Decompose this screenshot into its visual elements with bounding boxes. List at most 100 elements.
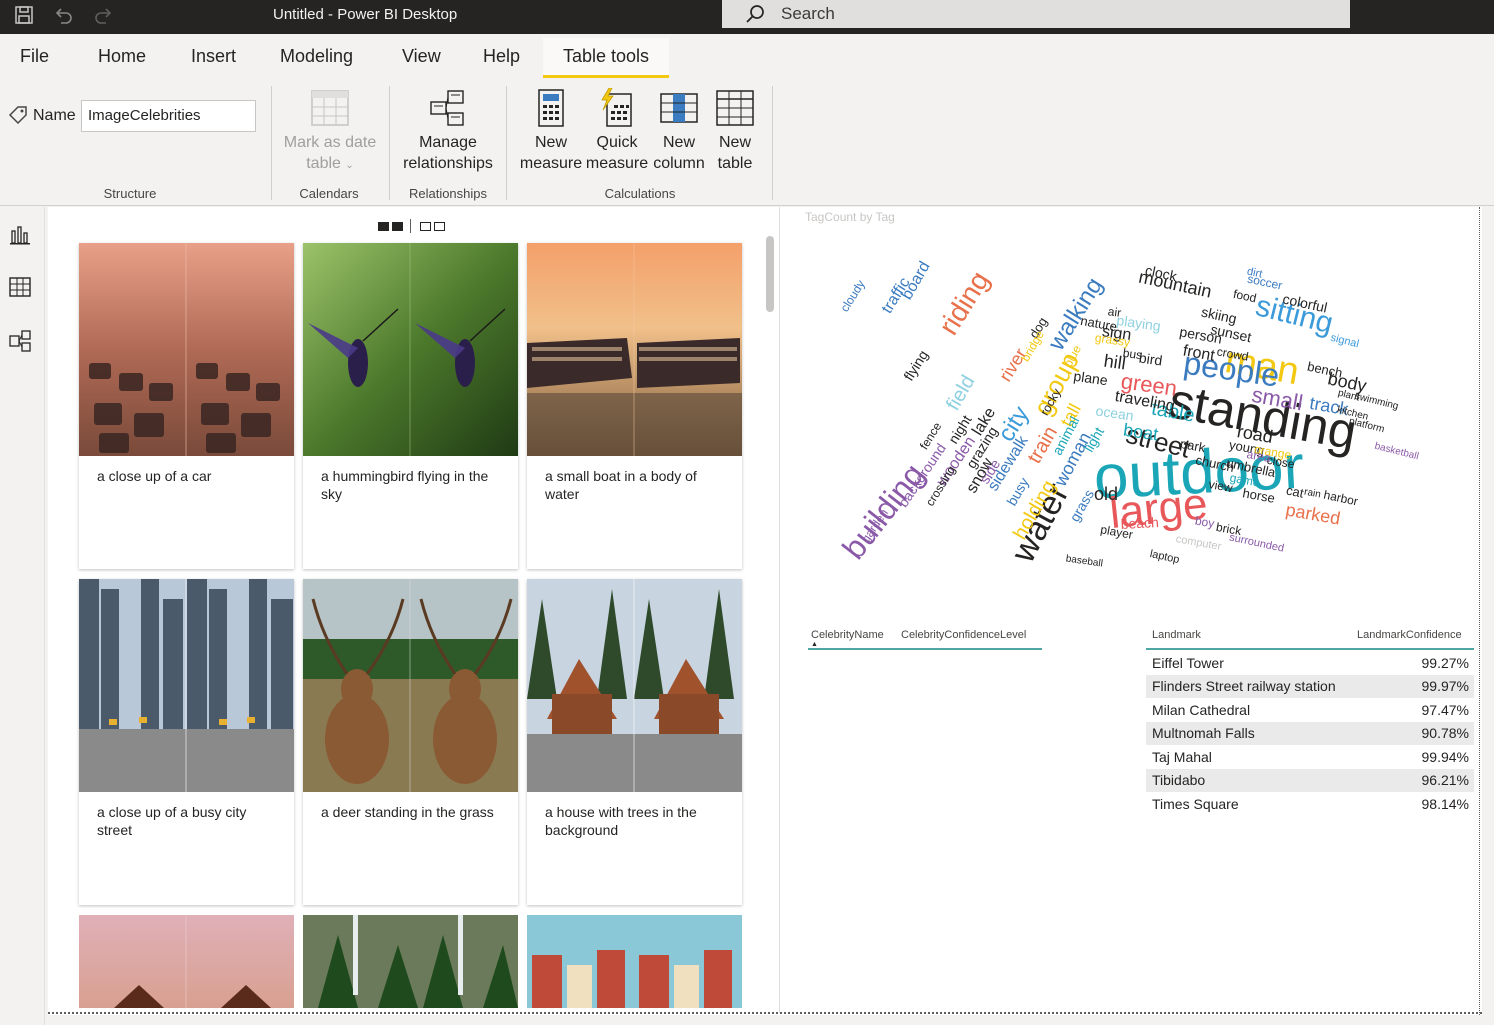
mark-date-label-2: table ⌄	[280, 153, 380, 176]
tag-icon	[8, 106, 27, 125]
ribbon-divider	[506, 86, 507, 200]
model-view-icon[interactable]	[8, 329, 32, 353]
image-card-hummingbird[interactable]: a hummingbird flying in the sky	[303, 243, 518, 569]
new-measure-button[interactable]: New measure	[519, 88, 583, 174]
column-header-celebrity-name[interactable]: CelebrityName	[811, 629, 884, 641]
group-label-calendars: Calendars	[299, 186, 359, 201]
mark-date-label-2-text: table	[306, 155, 341, 172]
image-card-boat[interactable]: a small boat in a body of water	[527, 243, 742, 569]
wordcloud-word[interactable]: food	[1232, 287, 1258, 306]
image-card-city-street[interactable]: a close up of a busy city street	[79, 579, 294, 905]
tab-help[interactable]: Help	[483, 46, 520, 67]
confidence-cell: 99.97%	[1421, 678, 1469, 694]
column-header-celebrity-confidence[interactable]: CelebrityConfidenceLevel	[901, 629, 1026, 641]
wordcloud-word[interactable]: harbor	[1322, 488, 1359, 509]
data-view-icon[interactable]	[8, 275, 32, 299]
table-row[interactable]: Taj Mahal 99.94%	[1146, 746, 1474, 769]
card-image-hummingbird	[303, 243, 518, 456]
wordcloud-word[interactable]: bridge	[1018, 328, 1047, 364]
search-placeholder: Search	[781, 4, 835, 23]
new-column-icon	[660, 93, 698, 123]
table-row[interactable]: Times Square 98.14%	[1146, 793, 1474, 816]
tag-wordcloud[interactable]: outdoorstandinglargemanpeoplebuilding wat…	[780, 228, 1480, 608]
wordcloud-word[interactable]: cloudy	[837, 277, 867, 314]
table-row[interactable]: Tibidabo 96.21%	[1146, 769, 1474, 792]
sort-ascending-icon: ▲	[811, 641, 818, 648]
image-card-partial[interactable]	[527, 915, 742, 1008]
confidence-cell: 99.94%	[1421, 749, 1469, 765]
confidence-cell: 96.21%	[1421, 772, 1469, 788]
image-card-deer[interactable]: a deer standing in the grass	[303, 579, 518, 905]
card-caption: a close up of a busy city street	[97, 804, 247, 838]
undo-icon[interactable]	[50, 4, 76, 28]
new-column-button[interactable]: New column	[649, 88, 709, 174]
landmark-cell: Milan Cathedral	[1152, 702, 1251, 718]
wordcloud-title: TagCount by Tag	[805, 210, 895, 224]
table-row[interactable]: Flinders Street railway station 99.97%	[1146, 675, 1474, 698]
wordcloud-word[interactable]: riding	[933, 266, 996, 341]
wordcloud-word[interactable]: basketball	[1373, 441, 1419, 463]
wordcloud-word[interactable]: bench	[1306, 359, 1344, 381]
landmark-cell: Eiffel Tower	[1152, 655, 1224, 671]
wordcloud-word[interactable]: flying	[900, 347, 931, 383]
canvas-bottom-border	[48, 1012, 1482, 1014]
header-underline	[808, 648, 1042, 650]
image-card-partial[interactable]	[303, 915, 518, 1008]
search-box[interactable]: Search	[722, 0, 1350, 28]
wordcloud-word[interactable]: baseball	[1065, 553, 1103, 569]
tab-file[interactable]: File	[20, 46, 49, 67]
wordcloud-word[interactable]: laptop	[1149, 548, 1181, 566]
page-indicator-icon[interactable]	[434, 222, 445, 231]
wordcloud-word[interactable]: parked	[1284, 499, 1342, 528]
new-column-label-1: New	[662, 134, 695, 151]
group-label-calculations: Calculations	[604, 186, 676, 201]
landmark-cell: Taj Mahal	[1152, 749, 1212, 765]
table-name-input[interactable]: ImageCelebrities	[81, 100, 256, 132]
column-header-landmark[interactable]: Landmark	[1152, 629, 1201, 641]
page-indicator-active-icon[interactable]	[378, 222, 389, 231]
wordcloud-word[interactable]: surrounded	[1228, 531, 1285, 554]
calendar-table-icon	[311, 90, 349, 126]
tab-view[interactable]: View	[402, 46, 441, 67]
redo-icon[interactable]	[91, 4, 117, 28]
image-card-partial[interactable]	[79, 915, 294, 1008]
tab-modeling[interactable]: Modeling	[280, 46, 353, 67]
card-caption: a small boat in a body of water	[545, 468, 697, 502]
new-table-button[interactable]: New table	[709, 88, 761, 174]
group-label-structure: Structure	[103, 186, 157, 201]
title-bar: Untitled - Power BI Desktop Search	[0, 0, 1494, 34]
wordcloud-word[interactable]: bus	[1122, 346, 1143, 363]
wordcloud-word[interactable]: rain	[1303, 487, 1321, 501]
manage-label-1: Manage	[419, 134, 477, 151]
card-image-ship	[527, 243, 742, 456]
wordcloud-word[interactable]: air	[1107, 304, 1122, 320]
page-indicator-icon[interactable]	[420, 222, 431, 231]
new-measure-label-1: New	[534, 134, 567, 151]
tab-home[interactable]: Home	[98, 46, 146, 67]
table-row[interactable]: Milan Cathedral 97.47%	[1146, 699, 1474, 722]
wordcloud-word[interactable]: computer	[1175, 533, 1223, 553]
wordcloud-word[interactable]: signal	[1329, 332, 1360, 351]
quick-calculator-icon	[601, 88, 632, 127]
page-indicator-active-icon[interactable]	[392, 222, 403, 231]
wordcloud-word[interactable]: field	[942, 372, 979, 415]
header-underline	[1146, 648, 1474, 650]
table-row[interactable]: Multnomah Falls 90.78%	[1146, 722, 1474, 745]
table-row[interactable]: Eiffel Tower 99.27%	[1146, 652, 1474, 675]
tab-table-tools[interactable]: Table tools	[543, 38, 670, 78]
column-header-landmark-confidence[interactable]: LandmarkConfidence	[1357, 629, 1462, 641]
wordcloud-word[interactable]: plane	[1073, 368, 1109, 389]
group-label-relationships: Relationships	[408, 186, 488, 201]
save-icon[interactable]	[11, 4, 37, 28]
report-view-icon[interactable]	[8, 223, 32, 247]
tab-insert[interactable]: Insert	[191, 46, 236, 67]
mark-as-date-table-button[interactable]: Mark as date table ⌄	[280, 88, 380, 176]
image-card-house[interactable]: a house with trees in the background	[527, 579, 742, 905]
wordcloud-word[interactable]: old	[1094, 484, 1118, 504]
landmark-cell: Times Square	[1152, 796, 1239, 812]
image-card-car[interactable]: a close up of a car	[79, 243, 294, 569]
new-table-label-2: table	[717, 155, 753, 172]
gallery-scrollbar[interactable]	[766, 236, 774, 312]
manage-relationships-button[interactable]: Manage relationships	[398, 88, 498, 174]
quick-measure-button[interactable]: Quick measure	[585, 88, 649, 174]
